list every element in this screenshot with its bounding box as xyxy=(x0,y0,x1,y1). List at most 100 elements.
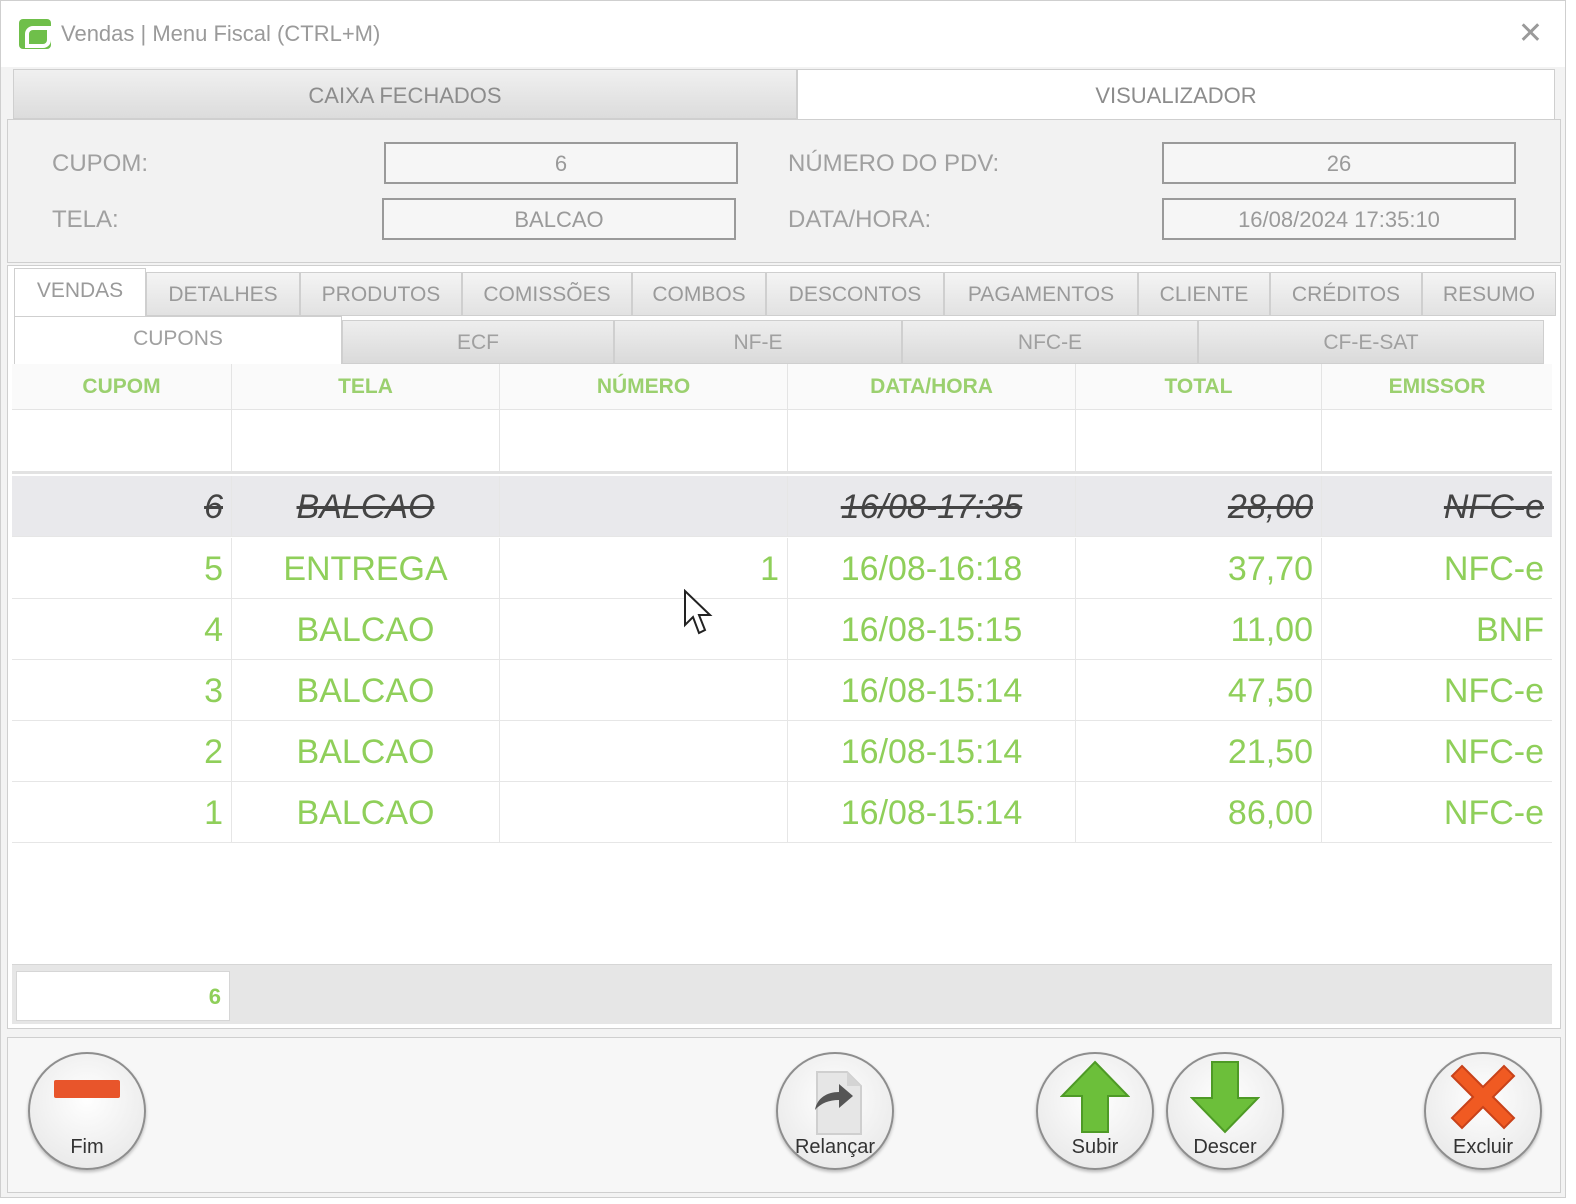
cell-datahora: 16/08-15:14 xyxy=(788,660,1076,721)
subtab-cf-e-sat[interactable]: CF-E-SAT xyxy=(1198,320,1544,364)
subtab-nfc-e[interactable]: NFC-E xyxy=(902,320,1198,364)
mouse-cursor-icon xyxy=(684,589,713,635)
cell-tela: BALCAO xyxy=(232,599,500,660)
cell-total: 37,70 xyxy=(1076,538,1322,599)
table-row[interactable]: 5 ENTREGA 1 16/08-16:18 37,70 NFC-e xyxy=(12,538,1552,599)
column-header-total[interactable]: TOTAL xyxy=(1076,364,1322,410)
tab-vendas[interactable]: VENDAS xyxy=(14,268,146,316)
tab-descontos[interactable]: DESCONTOS xyxy=(766,272,944,316)
cell-cupom: 1 xyxy=(12,782,232,843)
descer-button[interactable]: Descer xyxy=(1166,1052,1284,1170)
tab-comissoes[interactable]: COMISSÕES xyxy=(462,272,632,316)
cell-tela: BALCAO xyxy=(232,476,500,537)
main-panel: VENDAS DETALHES PRODUTOS COMISSÕES COMBO… xyxy=(7,265,1561,1029)
top-tabs: CAIXA FECHADOS VISUALIZADOR xyxy=(13,69,1555,119)
pdv-field[interactable]: 26 xyxy=(1162,142,1516,184)
header-panel: CUPOM: 6 NÚMERO DO PDV: 26 TELA: BALCAO … xyxy=(7,119,1561,263)
table-row[interactable]: 1 BALCAO 16/08-15:14 86,00 NFC-e xyxy=(12,782,1552,843)
cell-tela: BALCAO xyxy=(232,721,500,782)
cell-emissor: NFC-e xyxy=(1443,733,1544,771)
table-row[interactable]: 3 BALCAO 16/08-15:14 47,50 NFC-e xyxy=(12,660,1552,721)
cell-tela: ENTREGA xyxy=(232,538,500,599)
tab-creditos[interactable]: CRÉDITOS xyxy=(1270,272,1422,316)
subtab-nf-e[interactable]: NF-E xyxy=(614,320,902,364)
pdv-label: NÚMERO DO PDV: xyxy=(788,150,1000,177)
app-icon xyxy=(19,19,51,49)
redo-document-icon xyxy=(815,1071,862,1135)
tab-resumo[interactable]: RESUMO xyxy=(1422,272,1556,316)
tela-field[interactable]: BALCAO xyxy=(382,198,736,240)
tela-label: TELA: xyxy=(52,206,119,233)
cupom-field[interactable]: 6 xyxy=(384,142,738,184)
filter-cell[interactable] xyxy=(788,410,1076,471)
datahora-label: DATA/HORA: xyxy=(788,206,932,233)
table-row[interactable]: 6 BALCAO 16/08-17:35 28,00 NFC-e xyxy=(12,476,1552,537)
grid-header: CUPOM TELA NÚMERO DATA/HORA TOTAL EMISSO… xyxy=(12,364,1552,410)
column-header-tela[interactable]: TELA xyxy=(232,364,500,410)
column-header-cupom[interactable]: CUPOM xyxy=(12,364,232,410)
tab-caixa-fechados[interactable]: CAIXA FECHADOS xyxy=(13,69,797,119)
arrow-up-icon xyxy=(1060,1060,1130,1133)
column-header-datahora[interactable]: DATA/HORA xyxy=(788,364,1076,410)
cell-numero: 1 xyxy=(500,538,788,599)
cell-total: 47,50 xyxy=(1076,660,1322,721)
cupons-grid: CUPOM TELA NÚMERO DATA/HORA TOTAL EMISSO… xyxy=(12,364,1552,964)
filter-cell[interactable] xyxy=(500,410,788,471)
filter-cell[interactable] xyxy=(232,410,500,471)
cell-datahora: 16/08-15:14 xyxy=(788,782,1076,843)
cell-total: 86,00 xyxy=(1076,782,1322,843)
tab-produtos[interactable]: PRODUTOS xyxy=(300,272,462,316)
subtab-cupons[interactable]: CUPONS xyxy=(14,316,342,364)
window-title: Vendas | Menu Fiscal (CTRL+M) xyxy=(61,21,381,46)
row-count: 6 xyxy=(16,971,230,1021)
cell-tela: BALCAO xyxy=(232,782,500,843)
cell-total: 28,00 xyxy=(1076,476,1322,537)
close-icon[interactable]: ✕ xyxy=(1518,19,1543,49)
filter-cell[interactable] xyxy=(12,410,232,471)
grid-filter-row[interactable] xyxy=(12,410,1552,474)
relancar-label: Relançar xyxy=(794,1136,876,1158)
cell-emissor: BNF xyxy=(1476,611,1544,649)
table-row[interactable]: 2 BALCAO 16/08-15:14 21,50 NFC-e xyxy=(12,721,1552,782)
filter-cell[interactable] xyxy=(1076,410,1322,471)
cell-emissor: NFC-e xyxy=(1443,794,1544,832)
relancar-button[interactable]: Relançar xyxy=(776,1052,894,1170)
fim-button[interactable]: Fim xyxy=(28,1052,146,1170)
bottom-toolbar: Fim Relançar Subir Descer Excluir xyxy=(7,1037,1561,1193)
descer-label: Descer xyxy=(1193,1136,1257,1158)
subir-button[interactable]: Subir xyxy=(1036,1052,1154,1170)
tab-detalhes[interactable]: DETALHES xyxy=(146,272,300,316)
cell-cupom: 4 xyxy=(12,599,232,660)
grid-footer: 6 xyxy=(12,964,1552,1024)
excluir-button[interactable]: Excluir xyxy=(1424,1052,1542,1170)
datahora-field[interactable]: 16/08/2024 17:35:10 xyxy=(1162,198,1516,240)
column-header-numero[interactable]: NÚMERO xyxy=(500,364,788,410)
tab-visualizador[interactable]: VISUALIZADOR xyxy=(797,69,1555,119)
cell-datahora: 16/08-16:18 xyxy=(788,538,1076,599)
cell-total: 21,50 xyxy=(1076,721,1322,782)
tab-cliente[interactable]: CLIENTE xyxy=(1138,272,1270,316)
cell-numero xyxy=(500,782,788,843)
arrow-down-icon xyxy=(1190,1061,1260,1134)
table-row[interactable]: 4 BALCAO 16/08-15:15 11,00 BNF xyxy=(12,599,1552,660)
cell-numero xyxy=(500,721,788,782)
cell-cupom: 2 xyxy=(12,721,232,782)
fim-label: Fim xyxy=(70,1136,104,1158)
window: Vendas | Menu Fiscal (CTRL+M) ✕ CAIXA FE… xyxy=(0,0,1566,1198)
x-icon xyxy=(1450,1064,1516,1130)
title-bar: Vendas | Menu Fiscal (CTRL+M) ✕ xyxy=(1,1,1565,67)
cell-total: 11,00 xyxy=(1076,599,1322,660)
minus-icon xyxy=(54,1080,120,1098)
cell-datahora: 16/08-15:15 xyxy=(788,599,1076,660)
cell-cupom: 5 xyxy=(12,538,232,599)
column-header-emissor[interactable]: EMISSOR xyxy=(1322,364,1552,410)
cell-numero xyxy=(500,599,788,660)
tab-combos[interactable]: COMBOS xyxy=(632,272,766,316)
subtab-ecf[interactable]: ECF xyxy=(342,320,614,364)
cell-emissor: NFC-e xyxy=(1443,488,1544,526)
cell-cupom: 6 xyxy=(12,476,232,537)
cell-datahora: 16/08-15:14 xyxy=(788,721,1076,782)
cell-numero xyxy=(500,660,788,721)
cell-emissor: NFC-e xyxy=(1443,672,1544,710)
tab-pagamentos[interactable]: PAGAMENTOS xyxy=(944,272,1138,316)
